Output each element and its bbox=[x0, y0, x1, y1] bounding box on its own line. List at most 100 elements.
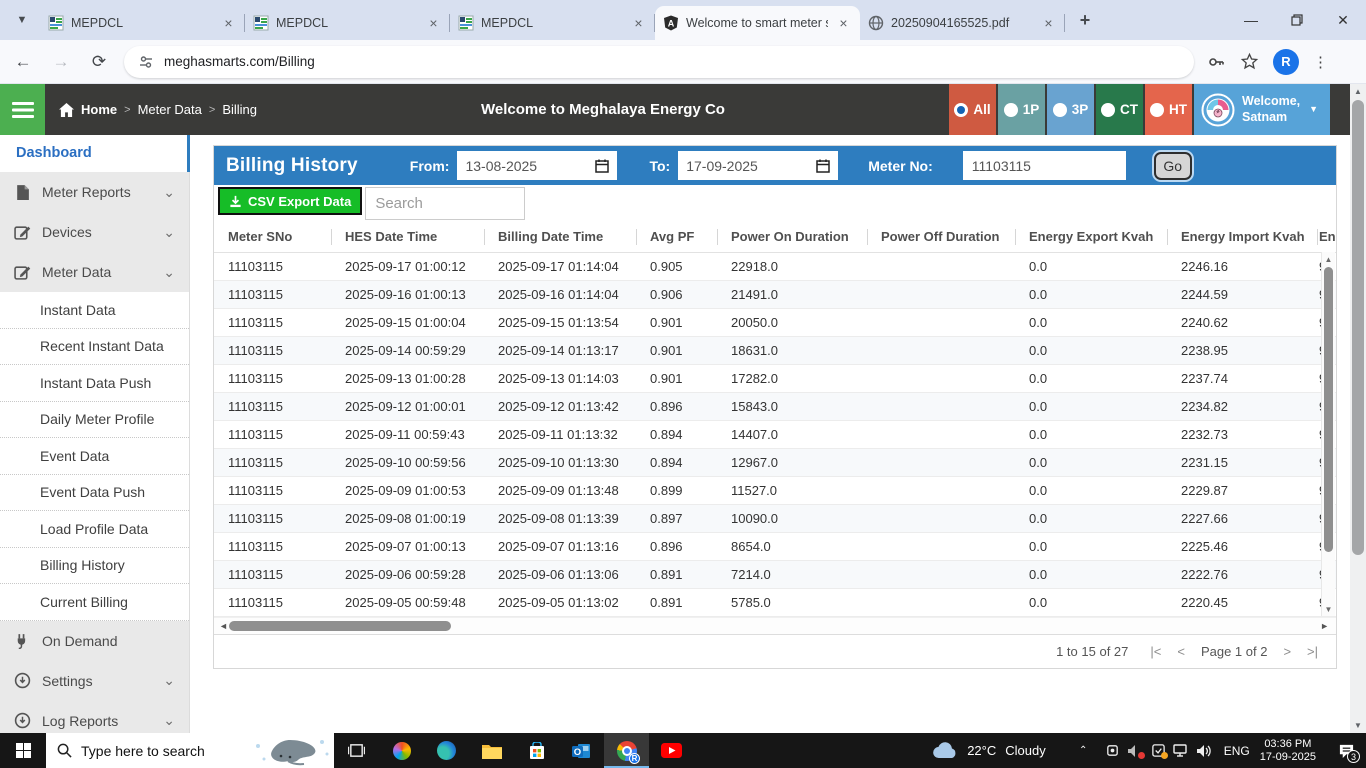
filter-segment-ht[interactable]: HT bbox=[1145, 84, 1192, 135]
browser-tab-2[interactable]: MEPDCL × bbox=[245, 6, 450, 40]
browser-tab-active[interactable]: A Welcome to smart meter sys × bbox=[655, 6, 860, 40]
table-horizontal-scrollbar[interactable]: ◄ ► bbox=[214, 617, 1336, 634]
column-header[interactable]: Energy Import Kvah bbox=[1167, 222, 1317, 252]
table-row[interactable]: 111031152025-09-13 01:00:282025-09-13 01… bbox=[214, 364, 1336, 392]
calendar-icon[interactable] bbox=[595, 159, 609, 173]
scroll-left-arrow-icon[interactable]: ◄ bbox=[219, 621, 228, 631]
file-explorer-app-button[interactable] bbox=[469, 733, 514, 768]
table-row[interactable]: 111031152025-09-05 00:59:482025-09-05 01… bbox=[214, 588, 1336, 616]
sidebar-item-on-demand[interactable]: On Demand bbox=[0, 621, 189, 661]
tab-search-chevron-icon[interactable]: ▼ bbox=[8, 6, 36, 34]
hamburger-menu-button[interactable] bbox=[0, 84, 45, 135]
table-row[interactable]: 111031152025-09-12 01:00:012025-09-12 01… bbox=[214, 392, 1336, 420]
sidebar-subitem-billing-history[interactable]: Billing History bbox=[0, 548, 189, 585]
breadcrumb-meter-data[interactable]: Meter Data bbox=[138, 102, 202, 117]
window-close-button[interactable]: ✕ bbox=[1320, 0, 1366, 40]
sidebar-subitem-load-profile-data[interactable]: Load Profile Data bbox=[0, 511, 189, 548]
radio-button[interactable] bbox=[954, 103, 968, 117]
edge-app-button[interactable] bbox=[424, 733, 469, 768]
scroll-down-arrow-icon[interactable]: ▼ bbox=[1322, 602, 1335, 616]
calendar-icon[interactable] bbox=[816, 159, 830, 173]
table-vertical-scrollbar[interactable]: ▲ ▼ bbox=[1321, 252, 1335, 616]
browser-tab-pdf[interactable]: 20250904165525.pdf × bbox=[860, 6, 1065, 40]
table-row[interactable]: 111031152025-09-06 00:59:282025-09-06 01… bbox=[214, 560, 1336, 588]
chrome-app-button[interactable]: R bbox=[604, 733, 649, 768]
window-restore-button[interactable] bbox=[1274, 0, 1320, 40]
screen-capture-tray-icon[interactable] bbox=[1101, 733, 1124, 768]
table-search-input[interactable] bbox=[365, 187, 525, 220]
new-tab-button[interactable]: + bbox=[1071, 6, 1099, 34]
column-header[interactable]: Power On Duration bbox=[717, 222, 867, 252]
table-row[interactable]: 111031152025-09-09 01:00:532025-09-09 01… bbox=[214, 476, 1336, 504]
sidebar-item-dashboard[interactable]: Dashboard bbox=[0, 135, 189, 172]
from-date-input[interactable]: 13-08-2025 bbox=[457, 151, 617, 180]
filter-segment-ct[interactable]: CT bbox=[1096, 84, 1143, 135]
audio-muted-tray-icon[interactable] bbox=[1124, 733, 1147, 768]
breadcrumb-home[interactable]: Home bbox=[81, 102, 117, 117]
taskbar-clock[interactable]: 03:36 PM 17-09-2025 bbox=[1260, 738, 1316, 764]
breadcrumb-billing[interactable]: Billing bbox=[222, 102, 257, 117]
column-header[interactable]: Ene bbox=[1317, 222, 1336, 252]
copilot-app-button[interactable] bbox=[379, 733, 424, 768]
update-tray-icon[interactable] bbox=[1147, 733, 1170, 768]
sidebar-subitem-daily-meter-profile[interactable]: Daily Meter Profile bbox=[0, 402, 189, 439]
table-row[interactable]: 111031152025-09-14 00:59:292025-09-14 01… bbox=[214, 336, 1336, 364]
last-page-button[interactable]: >| bbox=[1307, 644, 1318, 659]
outlook-app-button[interactable]: O bbox=[559, 733, 604, 768]
table-row[interactable]: 111031152025-09-15 01:00:042025-09-15 01… bbox=[214, 308, 1336, 336]
filter-segment-1p[interactable]: 1P bbox=[998, 84, 1045, 135]
browser-tab-3[interactable]: MEPDCL × bbox=[450, 6, 655, 40]
radio-button[interactable] bbox=[1053, 103, 1067, 117]
table-hscroll-thumb[interactable] bbox=[229, 621, 451, 631]
sidebar-subitem-recent-instant-data[interactable]: Recent Instant Data bbox=[0, 329, 189, 366]
start-button[interactable] bbox=[0, 733, 46, 768]
network-tray-icon[interactable] bbox=[1170, 733, 1193, 768]
sidebar-item-meter-reports[interactable]: Meter Reports ⌄ bbox=[0, 172, 189, 212]
browser-tab-1[interactable]: MEPDCL × bbox=[40, 6, 245, 40]
filter-segment-all[interactable]: All bbox=[949, 84, 996, 135]
column-header[interactable]: Billing Date Time bbox=[484, 222, 636, 252]
profile-avatar[interactable]: R bbox=[1273, 49, 1299, 75]
table-row[interactable]: 111031152025-09-08 01:00:192025-09-08 01… bbox=[214, 504, 1336, 532]
volume-tray-icon[interactable] bbox=[1193, 733, 1216, 768]
to-date-input[interactable]: 17-09-2025 bbox=[678, 151, 838, 180]
notification-center-button[interactable]: 3 bbox=[1326, 733, 1366, 768]
address-bar[interactable]: meghasmarts.com/Billing bbox=[124, 46, 1194, 78]
go-button[interactable]: Go bbox=[1154, 152, 1192, 180]
scroll-down-arrow-icon[interactable]: ▼ bbox=[1350, 718, 1366, 733]
table-row[interactable]: 111031152025-09-07 01:00:132025-09-07 01… bbox=[214, 532, 1336, 560]
radio-button[interactable] bbox=[1004, 103, 1018, 117]
tab-close-icon[interactable]: × bbox=[630, 15, 647, 32]
page-scrollbar-thumb[interactable] bbox=[1352, 100, 1364, 555]
column-header[interactable]: Avg PF bbox=[636, 222, 717, 252]
page-scrollbar[interactable]: ▲ ▼ bbox=[1350, 84, 1366, 733]
radio-button[interactable] bbox=[1101, 103, 1115, 117]
scroll-right-arrow-icon[interactable]: ► bbox=[1320, 621, 1329, 631]
microsoft-store-app-button[interactable] bbox=[514, 733, 559, 768]
sidebar-subitem-current-billing[interactable]: Current Billing bbox=[0, 584, 189, 621]
first-page-button[interactable]: |< bbox=[1150, 644, 1161, 659]
next-page-button[interactable]: > bbox=[1283, 644, 1291, 659]
tab-close-icon[interactable]: × bbox=[1040, 15, 1057, 32]
sidebar-subitem-instant-data[interactable]: Instant Data bbox=[0, 292, 189, 329]
password-key-icon[interactable] bbox=[1206, 52, 1226, 72]
scroll-up-arrow-icon[interactable]: ▲ bbox=[1322, 252, 1335, 266]
column-header[interactable]: Power Off Duration bbox=[867, 222, 1015, 252]
language-indicator[interactable]: ENG bbox=[1224, 744, 1250, 758]
window-minimize-button[interactable]: — bbox=[1228, 0, 1274, 40]
table-row[interactable]: 111031152025-09-17 01:00:122025-09-17 01… bbox=[214, 252, 1336, 280]
back-button[interactable]: ← bbox=[8, 47, 38, 77]
column-header[interactable]: Energy Export Kvah bbox=[1015, 222, 1167, 252]
task-view-button[interactable] bbox=[334, 733, 379, 768]
tab-close-icon[interactable]: × bbox=[220, 15, 237, 32]
browser-menu-icon[interactable]: ⋮ bbox=[1313, 53, 1328, 71]
bookmark-star-icon[interactable] bbox=[1240, 52, 1259, 71]
user-menu[interactable]: Welcome,Satnam ▼ bbox=[1194, 84, 1330, 135]
filter-segment-3p[interactable]: 3P bbox=[1047, 84, 1094, 135]
radio-button[interactable] bbox=[1150, 103, 1164, 117]
sidebar-subitem-instant-data-push[interactable]: Instant Data Push bbox=[0, 365, 189, 402]
table-row[interactable]: 111031152025-09-11 00:59:432025-09-11 01… bbox=[214, 420, 1336, 448]
scroll-up-arrow-icon[interactable]: ▲ bbox=[1350, 84, 1366, 99]
taskbar-weather[interactable]: 22°C Cloudy bbox=[932, 742, 1046, 759]
tab-close-icon[interactable]: × bbox=[425, 15, 442, 32]
